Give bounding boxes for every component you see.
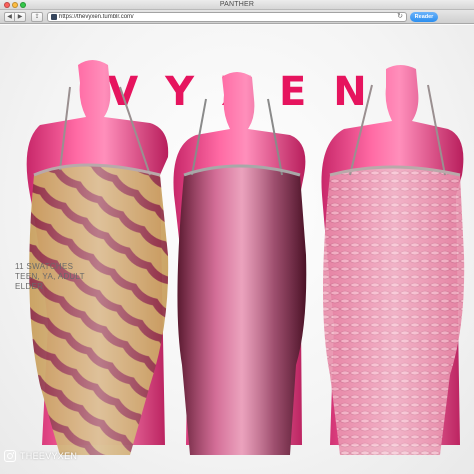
- nav-buttons: ◀ ▶: [4, 12, 26, 22]
- reload-icon[interactable]: ↻: [397, 13, 403, 21]
- back-button[interactable]: ◀: [4, 12, 15, 22]
- mannequin-left: [26, 60, 169, 455]
- age-groups: TEEN, YA, ADULT: [15, 272, 85, 281]
- page-content: VYXEN: [0, 25, 474, 474]
- swatch-info: 11 SWATCHES TEEN, YA, ADULT ELDER: [15, 262, 85, 292]
- chevron-left-icon: ◀: [7, 14, 12, 20]
- forward-button[interactable]: ▶: [15, 12, 26, 22]
- browser-window: PANTHER ◀ ▶ ⇪ ↻ Reader VYXEN: [0, 0, 474, 474]
- mannequin-center: [173, 72, 307, 455]
- window-title: PANTHER: [219, 1, 255, 8]
- swatch-count: 11 SWATCHES: [15, 262, 74, 271]
- age-groups-cont: ELDER: [15, 282, 44, 291]
- reader-button[interactable]: Reader: [410, 12, 438, 22]
- chevron-right-icon: ▶: [17, 14, 23, 20]
- address-bar[interactable]: ↻: [47, 12, 407, 22]
- instagram-icon: [4, 450, 16, 462]
- share-button[interactable]: ⇪: [31, 12, 43, 22]
- title-bar: PANTHER: [0, 0, 474, 10]
- url-input[interactable]: [59, 13, 379, 21]
- product-image: [26, 60, 465, 455]
- share-icon: ⇪: [34, 14, 40, 20]
- instagram-handle-text: THEEVYXEN: [20, 451, 78, 461]
- tumblr-favicon-icon: [51, 14, 57, 20]
- instagram-handle: THEEVYXEN: [4, 450, 77, 462]
- mannequin-right: [321, 65, 465, 455]
- browser-toolbar: ◀ ▶ ⇪ ↻ Reader: [0, 10, 474, 24]
